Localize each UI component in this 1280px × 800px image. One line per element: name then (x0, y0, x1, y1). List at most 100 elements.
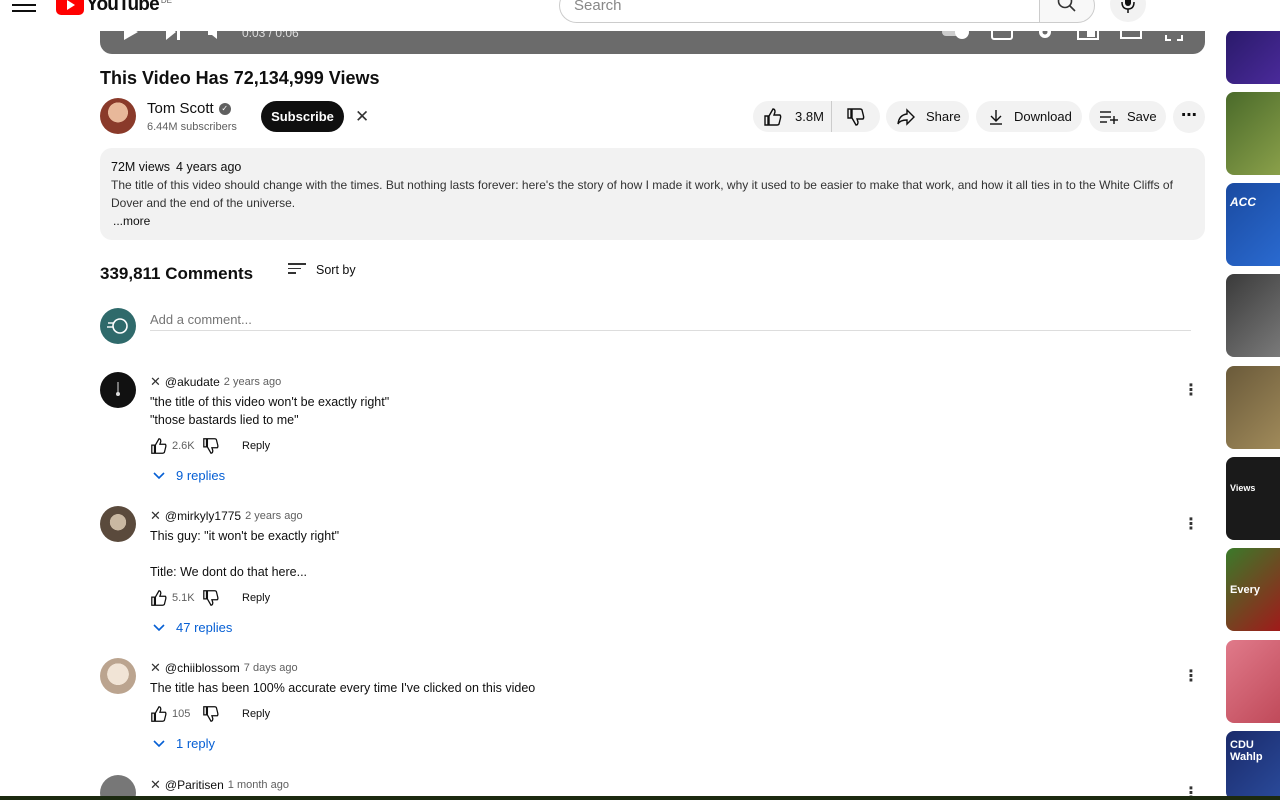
sort-by-button[interactable]: Sort by (288, 263, 356, 277)
reply-button[interactable]: Reply (242, 440, 270, 452)
more-actions-icon[interactable]: ⋯ (1173, 101, 1205, 133)
comment-header: ✕ @Paritisen 1 month ago (150, 777, 289, 793)
comment-text: This guy: "it won't be exactly right" Ti… (150, 529, 340, 579)
comment-menu-icon[interactable]: ⋮ (1183, 514, 1199, 534)
thumbs-up-icon[interactable] (150, 705, 168, 723)
chevron-down-icon (153, 471, 165, 479)
channel-name-row[interactable]: Tom Scott ✓ (147, 100, 231, 117)
youtube-play-icon (56, 0, 84, 15)
menu-icon[interactable] (12, 0, 36, 14)
reply-button[interactable]: Reply (242, 708, 270, 720)
commenter-avatar[interactable] (100, 372, 136, 408)
subscribe-button[interactable]: Subscribe (261, 101, 344, 132)
like-count: 3.8M (795, 109, 824, 124)
comment-header: ✕ @mirkyly1775 2 years ago (150, 508, 303, 524)
thumbs-down-icon[interactable] (202, 705, 220, 723)
close-icon: ✕ (150, 508, 161, 523)
comment-actions: 5.1K Reply (150, 589, 270, 607)
chevron-down-icon (153, 739, 165, 747)
channel-name[interactable]: Tom Scott (147, 100, 214, 117)
thumbs-up-icon (764, 107, 782, 126)
view-replies-button[interactable]: 9 replies (152, 468, 225, 483)
thumbs-up-icon[interactable] (150, 437, 168, 455)
sort-icon (288, 263, 306, 277)
add-comment-input[interactable] (150, 309, 1191, 331)
thumbnail-caption: ACC (1230, 195, 1256, 209)
comment-time[interactable]: 2 years ago (245, 510, 302, 522)
thumbs-down-icon[interactable] (202, 589, 220, 607)
replies-count: 1 reply (176, 736, 216, 751)
reply-button[interactable]: Reply (242, 592, 270, 604)
related-video-thumbnail[interactable] (1226, 640, 1280, 723)
like-dislike-group: 3.8M (753, 101, 880, 132)
description-meta: 72M views 4 years ago (111, 158, 1194, 176)
comment-author[interactable]: @Paritisen (165, 778, 224, 792)
subscriber-count: 6.44M subscribers (147, 121, 237, 133)
comment-time[interactable]: 2 years ago (224, 376, 281, 388)
share-button[interactable]: Share (886, 101, 969, 132)
related-video-thumbnail[interactable]: ACC (1226, 183, 1280, 266)
search-input[interactable]: Search (559, 0, 1040, 23)
close-icon: ✕ (150, 777, 161, 792)
download-button[interactable]: Download (976, 101, 1082, 132)
comment-thread: ✕ @akudate 2 years ago "the title of thi… (100, 372, 1205, 492)
thumbs-up-icon[interactable] (150, 589, 168, 607)
related-video-thumbnail[interactable]: Views (1226, 457, 1280, 540)
commenter-avatar[interactable] (100, 506, 136, 542)
thumbs-down-icon (847, 107, 865, 126)
thumbnail-caption: CDU Wahlp (1230, 739, 1263, 763)
replies-count: 9 replies (176, 468, 226, 483)
comment-text: The title has been 100% accurate every t… (150, 681, 536, 695)
related-video-thumbnail[interactable]: Every (1226, 548, 1280, 631)
related-video-thumbnail[interactable]: CDU Wahlp (1226, 731, 1280, 800)
close-icon[interactable]: ✕ (355, 107, 369, 127)
related-video-thumbnail[interactable] (1226, 92, 1280, 175)
show-more-link[interactable]: ...more (113, 212, 1194, 230)
view-replies-button[interactable]: 47 replies (152, 620, 232, 635)
comment-time[interactable]: 1 month ago (228, 779, 289, 791)
verified-icon: ✓ (218, 102, 231, 115)
avatar-image (116, 382, 120, 396)
share-icon (897, 107, 915, 126)
comment-menu-icon[interactable]: ⋮ (1183, 380, 1199, 400)
comment-header: ✕ @chiiblossom 7 days ago (150, 660, 298, 676)
my-avatar (100, 308, 136, 344)
download-label: Download (1014, 109, 1072, 124)
view-count: 72M views (111, 160, 171, 174)
save-label: Save (1127, 109, 1157, 124)
comment-menu-icon[interactable]: ⋮ (1183, 666, 1199, 686)
voice-search-button[interactable] (1110, 0, 1146, 22)
search-icon (1057, 0, 1076, 12)
description-text: The title of this video should change wi… (111, 178, 1173, 210)
comment-author[interactable]: @akudate (165, 375, 220, 389)
commenter-avatar[interactable] (100, 658, 136, 694)
close-icon: ✕ (150, 660, 161, 675)
comment-author[interactable]: @mirkyly1775 (165, 509, 241, 523)
comments-count: 339,811 Comments (100, 264, 254, 283)
comment-thread: ✕ @chiiblossom 7 days ago The title has … (100, 658, 1205, 758)
related-video-thumbnail[interactable] (1226, 366, 1280, 449)
comment-author[interactable]: @chiiblossom (165, 661, 240, 675)
save-button[interactable]: Save (1089, 101, 1166, 132)
related-video-thumbnail[interactable] (1226, 30, 1280, 84)
channel-avatar[interactable] (100, 98, 136, 134)
replies-count: 47 replies (176, 620, 233, 635)
view-replies-button[interactable]: 1 reply (152, 736, 215, 751)
comment-like-count: 5.1K (172, 592, 195, 604)
comment-time[interactable]: 7 days ago (244, 662, 298, 674)
comment-actions: 2.6K Reply (150, 437, 270, 455)
youtube-logo[interactable]: YouTube DE (56, 0, 172, 16)
like-button[interactable]: 3.8M (753, 101, 832, 132)
comment-thread: ✕ @mirkyly1775 2 years ago This guy: "it… (100, 506, 1205, 641)
description-box[interactable]: 72M views 4 years ago The title of this v… (100, 148, 1205, 240)
mic-icon (1121, 0, 1135, 13)
comment-like-count: 2.6K (172, 440, 195, 452)
dislike-button[interactable] (832, 107, 880, 127)
search-placeholder: Search (574, 0, 622, 14)
thumbnail-caption: Views (1230, 483, 1256, 493)
logo-country: DE (160, 0, 172, 5)
search-button[interactable] (1039, 0, 1095, 23)
thumbnail-caption: Every (1230, 584, 1260, 596)
related-video-thumbnail[interactable] (1226, 274, 1280, 357)
thumbs-down-icon[interactable] (202, 437, 220, 455)
